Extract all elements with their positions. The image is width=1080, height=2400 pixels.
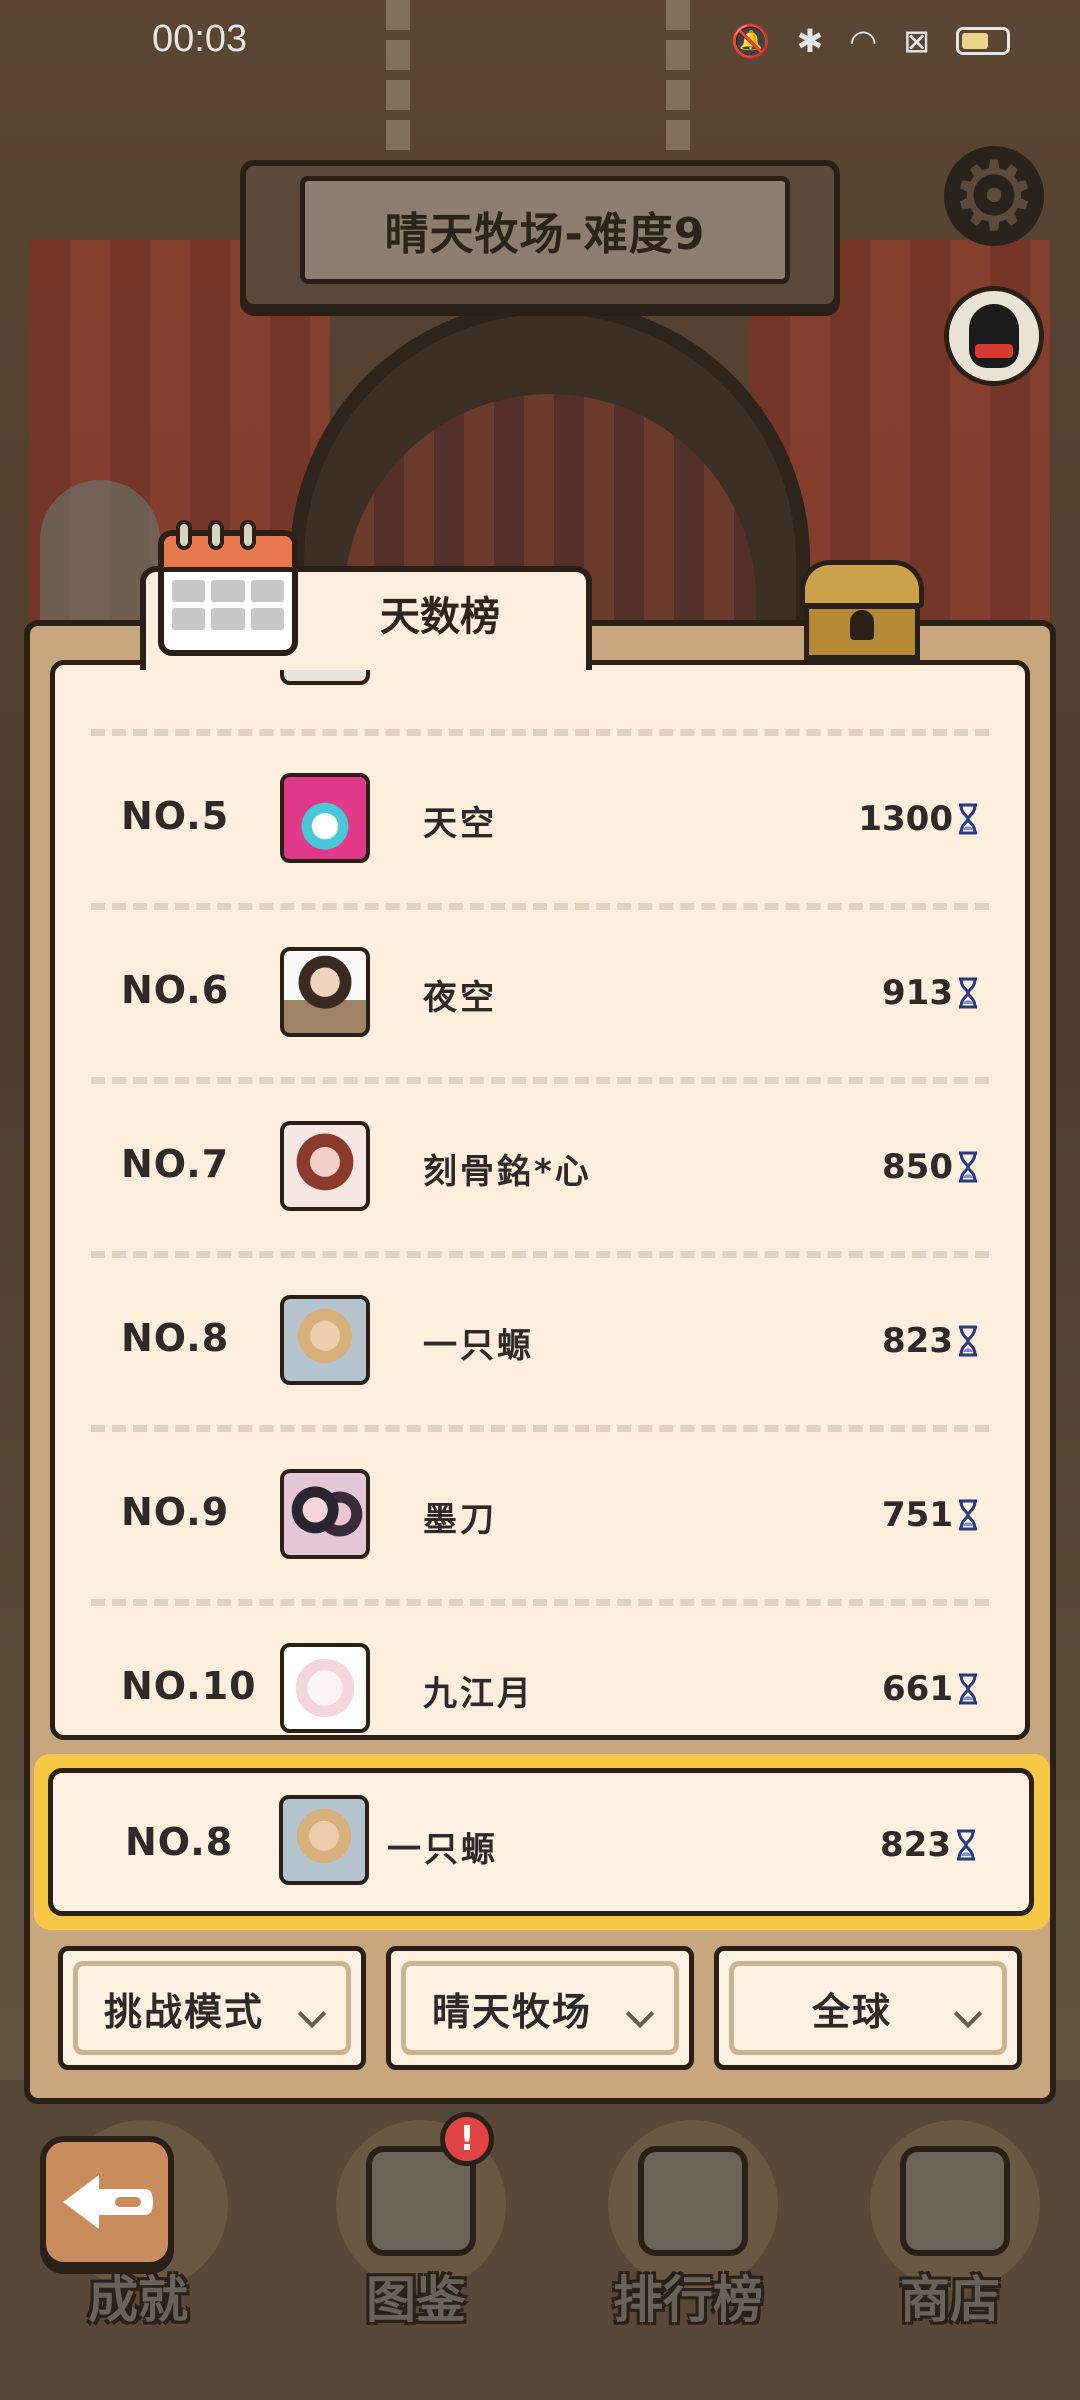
table-row[interactable]: NO.7 刻骨銘*心 850 <box>55 1077 1025 1251</box>
mode-dropdown[interactable]: 挑战模式 <box>58 1946 366 2070</box>
table-row[interactable]: NO.10 九江月 661 <box>55 1599 1025 1735</box>
table-row[interactable]: NO.9 墨刀 751 <box>55 1425 1025 1599</box>
nav-collection-label: 图鉴 <box>366 2271 466 2329</box>
nav-shop[interactable]: 商店 <box>850 2120 1050 2350</box>
nav-leaderboard[interactable]: 排行榜 <box>588 2120 788 2350</box>
player-avatar[interactable] <box>280 1121 370 1211</box>
treasure-chest-icon[interactable] <box>800 560 924 660</box>
qq-avatar-button[interactable] <box>944 286 1044 386</box>
player-score: 661 <box>882 1599 979 1735</box>
table-row[interactable]: NO.6 夜空 913 <box>55 903 1025 1077</box>
my-player-name: 一只螈 <box>387 1829 498 1870</box>
leaderboard-list[interactable]: NO.5 天空 1300 NO.6 夜空 913 NO.7 刻骨銘*心 850 … <box>50 660 1030 1740</box>
map-dropdown[interactable]: 晴天牧场 <box>386 1946 694 2070</box>
back-button[interactable] <box>40 2136 174 2268</box>
wifi-icon: ◠ <box>849 22 878 60</box>
region-dropdown[interactable]: 全球 <box>714 1946 1022 2070</box>
region-dropdown-label: 全球 <box>812 1989 893 2034</box>
player-avatar[interactable] <box>280 1469 370 1559</box>
bluetooth-icon: ✱ <box>796 22 824 60</box>
table-row[interactable]: NO.8 一只螈 823 <box>55 1251 1025 1425</box>
sim-icon: ⊠ <box>903 22 930 60</box>
player-name: 一只螈 <box>423 1325 534 1366</box>
player-avatar[interactable] <box>280 947 370 1037</box>
page-title: 晴天牧场-难度9 <box>300 176 790 284</box>
player-avatar[interactable] <box>280 1643 370 1733</box>
my-avatar[interactable] <box>279 1795 369 1885</box>
nav-leaderboard-label: 排行榜 <box>613 2271 763 2329</box>
rank-label: NO.7 <box>121 1142 230 1186</box>
back-arrow-icon <box>63 2175 153 2229</box>
rank-label: NO.9 <box>121 1490 230 1534</box>
my-score: 823 <box>880 1773 977 1911</box>
player-name: 墨刀 <box>423 1499 497 1540</box>
gear-icon[interactable]: ⚙ <box>944 146 1044 246</box>
player-name: 九江月 <box>423 1673 534 1714</box>
my-rank-label: NO.8 <box>125 1820 234 1864</box>
status-icons: 🔕 ✱ ◠ ⊠ <box>731 22 1010 60</box>
player-avatar[interactable] <box>280 773 370 863</box>
map-dropdown-label: 晴天牧场 <box>432 1989 593 2034</box>
shop-icon <box>900 2146 1010 2256</box>
rank-label: NO.6 <box>121 968 230 1012</box>
player-score: 1300 <box>858 729 979 903</box>
nav-achievements-label: 成就 <box>88 2271 188 2329</box>
calendar-rings <box>176 520 256 550</box>
player-score: 823 <box>882 1251 979 1425</box>
rank-label: NO.10 <box>121 1664 257 1708</box>
player-name: 刻骨銘*心 <box>423 1151 592 1192</box>
nav-shop-label: 商店 <box>900 2271 1000 2329</box>
player-avatar[interactable] <box>280 1295 370 1385</box>
player-score: 751 <box>882 1425 979 1599</box>
rank-label: NO.5 <box>121 794 230 838</box>
notification-badge: ! <box>440 2112 494 2166</box>
player-score: 850 <box>882 1077 979 1251</box>
player-score: 913 <box>882 903 979 1077</box>
hourglass-icon <box>957 803 979 835</box>
hourglass-icon <box>957 1673 979 1705</box>
chevron-down-icon <box>953 1999 983 2029</box>
player-name: 天空 <box>423 803 497 844</box>
chevron-down-icon <box>297 1999 327 2029</box>
status-bar: 00:03 🔕 ✱ ◠ ⊠ <box>0 0 1080 80</box>
status-time: 00:03 <box>152 18 248 60</box>
hourglass-icon <box>957 1499 979 1531</box>
scroll-icon <box>638 2146 748 2256</box>
mute-icon: 🔕 <box>730 22 771 60</box>
table-row[interactable]: NO.5 天空 1300 <box>55 729 1025 903</box>
penguin-icon <box>969 304 1019 368</box>
tab-days-ranking-label: 天数榜 <box>380 594 500 640</box>
rank-label: NO.8 <box>121 1316 230 1360</box>
hourglass-icon <box>957 1151 979 1183</box>
battery-icon <box>956 27 1010 55</box>
chevron-down-icon <box>625 1999 655 2029</box>
hourglass-icon <box>957 977 979 1009</box>
hourglass-icon <box>957 1325 979 1357</box>
player-name: 夜空 <box>423 977 497 1018</box>
my-rank-row[interactable]: NO.8 一只螈 823 <box>48 1768 1034 1916</box>
mode-dropdown-label: 挑战模式 <box>104 1989 265 2034</box>
hourglass-icon <box>955 1829 977 1861</box>
